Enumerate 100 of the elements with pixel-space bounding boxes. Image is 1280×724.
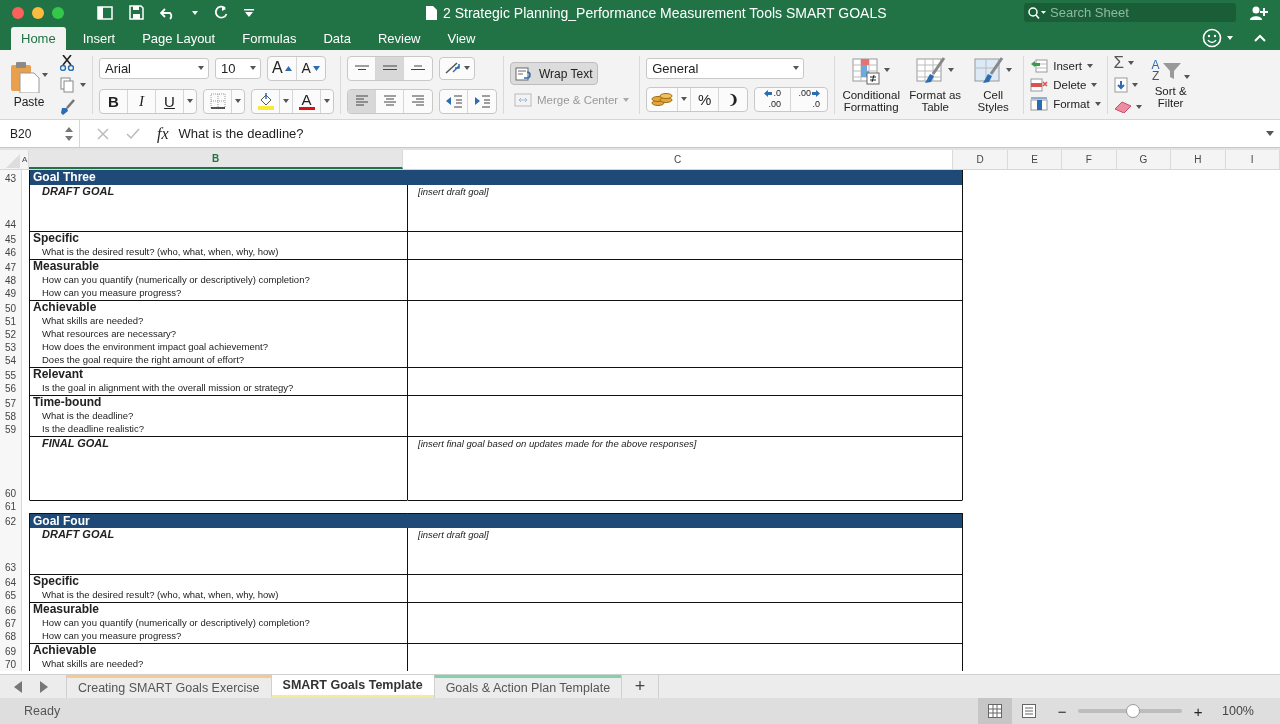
- caret-icon[interactable]: [1006, 68, 1013, 72]
- caret-icon[interactable]: [42, 73, 48, 77]
- font-size-field[interactable]: 10: [215, 57, 261, 79]
- column-header[interactable]: G: [1116, 150, 1172, 169]
- conditional-formatting-button[interactable]: Conditional Formatting: [841, 56, 902, 113]
- row-number[interactable]: 62: [0, 513, 22, 528]
- row-number[interactable]: 46: [0, 246, 22, 259]
- percent-button[interactable]: %: [691, 87, 720, 111]
- stepper-icon[interactable]: [65, 126, 73, 141]
- caret-icon[interactable]: [192, 10, 198, 15]
- row-number[interactable]: 47: [0, 259, 22, 274]
- sidebar-icon[interactable]: [97, 5, 113, 20]
- zoom-slider[interactable]: [1078, 704, 1182, 718]
- orientation-button[interactable]: [439, 56, 475, 80]
- paintbrush-icon[interactable]: [60, 98, 76, 115]
- row-number[interactable]: 66: [0, 602, 22, 617]
- row-number[interactable]: 56: [0, 382, 22, 395]
- increase-font-button[interactable]: A: [268, 56, 297, 80]
- format-button[interactable]: Format: [1030, 96, 1101, 111]
- format-as-table-button[interactable]: Format as Table: [905, 56, 966, 113]
- ribbon-tab[interactable]: Review: [377, 27, 421, 50]
- comma-style-button[interactable]: ❩: [719, 87, 748, 111]
- underline-button[interactable]: U: [156, 89, 184, 113]
- caret-icon[interactable]: [283, 99, 289, 103]
- number-format-field[interactable]: General: [646, 57, 805, 79]
- row-number[interactable]: 49: [0, 287, 22, 300]
- row-number[interactable]: 64: [0, 574, 22, 589]
- caret-icon[interactable]: [948, 68, 955, 72]
- ribbon-tab[interactable]: View: [447, 27, 476, 50]
- paste-button[interactable]: Paste: [8, 61, 50, 108]
- column-header[interactable]: C: [403, 150, 954, 169]
- zoom-in-button[interactable]: +: [1188, 702, 1208, 720]
- column-header[interactable]: D: [953, 150, 1008, 169]
- smiley-icon[interactable]: [1202, 27, 1222, 48]
- sort-filter-button[interactable]: A Z Sort & Filter: [1147, 60, 1194, 109]
- increase-decimal-button[interactable]: .0 .00: [755, 87, 792, 111]
- row-number[interactable]: 45: [0, 231, 22, 246]
- caret-icon[interactable]: [793, 66, 800, 70]
- row-number[interactable]: 50: [0, 300, 22, 315]
- column-header[interactable]: H: [1171, 150, 1226, 169]
- ribbon-tab[interactable]: Home: [11, 27, 66, 50]
- zoom-icon[interactable]: [52, 6, 64, 19]
- autosum-button[interactable]: Σ: [1113, 54, 1142, 71]
- row-number[interactable]: 58: [0, 410, 22, 423]
- row-number[interactable]: 48: [0, 274, 22, 287]
- scissors-icon[interactable]: [60, 54, 74, 71]
- sheet-tab[interactable]: SMART Goals Template: [270, 675, 434, 698]
- slider-thumb[interactable]: [1126, 704, 1141, 718]
- caret-icon[interactable]: [187, 99, 193, 103]
- caret-icon[interactable]: [1094, 101, 1101, 106]
- row-number[interactable]: 69: [0, 643, 22, 658]
- row-number[interactable]: 59: [0, 423, 22, 436]
- caret-icon[interactable]: [324, 99, 330, 103]
- bold-button[interactable]: B: [100, 89, 128, 113]
- normal-view-button[interactable]: [978, 698, 1012, 724]
- customize-icon[interactable]: [244, 8, 254, 17]
- zoom-out-button[interactable]: −: [1052, 702, 1072, 720]
- save-icon[interactable]: [129, 5, 144, 20]
- ribbon-tab[interactable]: Page Layout: [142, 27, 216, 50]
- row-number[interactable]: 61: [0, 500, 22, 513]
- row-number[interactable]: 65: [0, 589, 22, 602]
- caret-icon[interactable]: [1227, 35, 1233, 40]
- row-number[interactable]: 57: [0, 395, 22, 410]
- name-box[interactable]: B20: [0, 120, 80, 147]
- formula-field[interactable]: What is the deadline?: [178, 126, 1266, 141]
- caret-icon[interactable]: [681, 97, 688, 101]
- row-number[interactable]: 43: [0, 170, 22, 185]
- caret-icon[interactable]: [884, 68, 891, 72]
- fill-color-dropdown[interactable]: [280, 89, 293, 113]
- row-number[interactable]: 51: [0, 315, 22, 328]
- font-color-button[interactable]: A: [293, 89, 321, 113]
- ribbon-tab[interactable]: Insert: [82, 27, 116, 50]
- insert-function-button[interactable]: fx: [157, 124, 169, 143]
- align-middle-button[interactable]: [376, 56, 404, 80]
- row-number[interactable]: 44: [0, 185, 22, 231]
- row-number[interactable]: 70: [0, 658, 22, 671]
- redo-icon[interactable]: [214, 5, 228, 20]
- caret-icon[interactable]: [80, 82, 86, 87]
- previous-sheet-icon[interactable]: [14, 680, 22, 693]
- caret-icon[interactable]: [464, 66, 470, 70]
- minimize-icon[interactable]: [32, 6, 44, 19]
- caret-icon[interactable]: [198, 66, 204, 70]
- expand-caret-icon[interactable]: [1266, 131, 1274, 136]
- row-number[interactable]: 55: [0, 367, 22, 382]
- next-sheet-icon[interactable]: [40, 680, 48, 693]
- column-header[interactable]: I: [1225, 150, 1280, 169]
- insert-button[interactable]: Insert: [1030, 58, 1101, 73]
- row-number[interactable]: 52: [0, 328, 22, 341]
- row-number[interactable]: 60: [0, 436, 22, 500]
- row-number[interactable]: 53: [0, 341, 22, 354]
- font-name-field[interactable]: Arial: [99, 57, 209, 79]
- collapse-icon[interactable]: [1254, 33, 1266, 42]
- ribbon-tab[interactable]: Formulas: [242, 27, 297, 50]
- delete-button[interactable]: Delete: [1030, 77, 1101, 92]
- caret-icon[interactable]: [1128, 60, 1135, 65]
- row-number[interactable]: 63: [0, 528, 22, 574]
- row-number[interactable]: 68: [0, 630, 22, 643]
- caret-icon[interactable]: [1086, 63, 1093, 68]
- share-person-icon[interactable]: [1250, 5, 1268, 20]
- italic-button[interactable]: I: [128, 89, 156, 113]
